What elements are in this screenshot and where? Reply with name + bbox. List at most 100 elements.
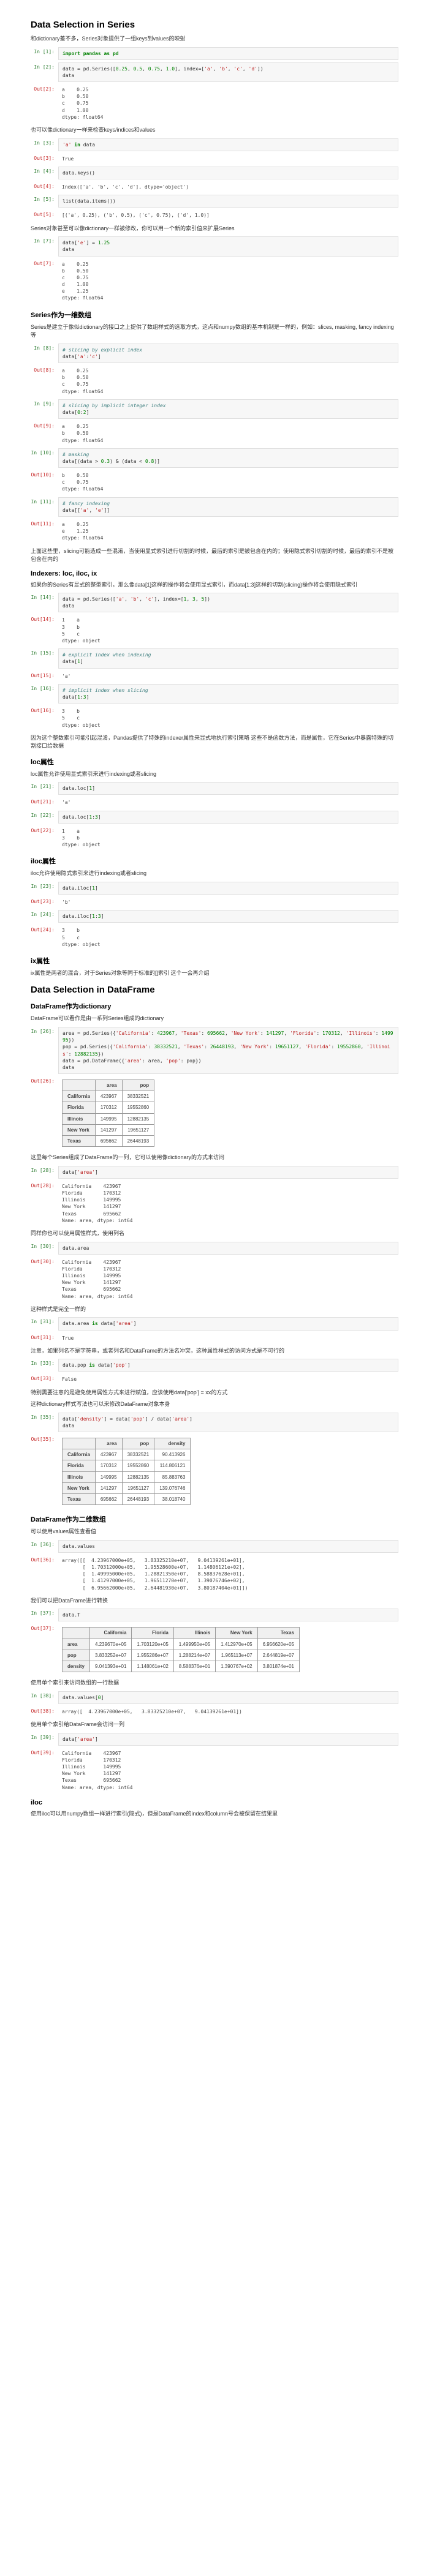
notebook-cell: Out[4]:Index(['a', 'b', 'c', 'd'], dtype… <box>31 182 398 192</box>
subsection-heading: Indexers: loc, iloc, ix <box>31 570 398 577</box>
code-output: 'b' <box>58 897 398 907</box>
code-input: # explicit index when indexing data[1] <box>58 648 398 668</box>
output-prompt: Out[10]: <box>31 470 58 479</box>
code-output: California 423967 Florida 170312 Illinoi… <box>58 1748 398 1793</box>
output-prompt: Out[38]: <box>31 1707 58 1716</box>
code-input: data['density'] = data['pop'] / data['ar… <box>58 1413 398 1432</box>
dataframe-table: areapopdensityCalifornia4239673833252190… <box>62 1438 191 1505</box>
input-prompt: In [2]: <box>31 62 58 72</box>
notebook-cell: Out[21]:'a' <box>31 797 398 808</box>
table-row: California42396738332521 <box>63 1091 154 1102</box>
notebook-cell: In [31]:data.area is data['area'] <box>31 1317 398 1330</box>
notebook-cell: In [11]:# fancy indexing data[['a', 'e']… <box>31 497 398 517</box>
notebook-cell: In [5]:list(data.items()) <box>31 195 398 208</box>
notebook-cell: Out[26]:areapopCalifornia42396738332521F… <box>31 1076 398 1150</box>
notebook-cell: Out[23]:'b' <box>31 897 398 907</box>
notebook-cell: In [39]:data['area'] <box>31 1733 398 1746</box>
input-prompt: In [11]: <box>31 497 58 506</box>
code-input: # slicing by implicit integer index data… <box>58 399 398 419</box>
code-output: a 0.25 b 0.50 c 0.75 dtype: float64 <box>58 366 398 397</box>
input-prompt: In [22]: <box>31 811 58 820</box>
prose-text: 我们可以把DataFrame进行转换 <box>31 1597 398 1605</box>
code-input: data.values[0] <box>58 1691 398 1704</box>
section-heading: Data Selection in DataFrame <box>31 985 398 995</box>
subsection-heading: DataFrame作为dictionary <box>31 1001 398 1011</box>
notebook-cell: Out[14]:1 a 3 b 5 c dtype: object <box>31 615 398 646</box>
code-output: 1 a 3 b 5 c dtype: object <box>58 615 398 646</box>
code-output: Index(['a', 'b', 'c', 'd'], dtype='objec… <box>58 182 398 192</box>
code-input: list(data.items()) <box>58 195 398 208</box>
code-output: array([[ 4.23967000e+05, 3.83325210e+07,… <box>58 1555 398 1593</box>
code-output: True <box>58 1333 398 1343</box>
table-row: Illinois14999512882135 <box>63 1113 154 1124</box>
code-input: # implicit index when slicing data[1:3] <box>58 684 398 704</box>
output-prompt: Out[9]: <box>31 421 58 430</box>
output-prompt: Out[16]: <box>31 706 58 715</box>
code-input: # masking data[(data > 0.3) & (data < 0.… <box>58 448 398 468</box>
notebook-cell: In [26]:area = pd.Series({'California': … <box>31 1027 398 1074</box>
intro-text: 和dictionary差不多，Series对象提供了一组keys到values的… <box>31 35 398 43</box>
prose-text: DataFrame可以看作是由一系列Series组成的dictionary <box>31 1015 398 1023</box>
notebook-cell: Out[22]:1 a 3 b dtype: object <box>31 826 398 851</box>
input-prompt: In [21]: <box>31 782 58 791</box>
notebook-cell: Out[37]: CaliforniaFloridaIllinoisNew Yor… <box>31 1624 398 1675</box>
code-output: b 0.50 c 0.75 dtype: float64 <box>58 470 398 495</box>
dataframe-table: CaliforniaFloridaIllinoisNew YorkTexasar… <box>62 1627 300 1672</box>
code-input: data.loc[1] <box>58 782 398 795</box>
output-prompt: Out[36]: <box>31 1555 58 1564</box>
code-output: True <box>58 154 398 164</box>
code-input: 'a' in data <box>58 138 398 151</box>
notebook-cell: In [16]:# implicit index when slicing da… <box>31 684 398 704</box>
prose-text: 因为这个整数索引可能引起混淆，Pandas提供了特殊的indexer属性来显式地… <box>31 734 398 751</box>
code-output: 3 b 5 c dtype: object <box>58 706 398 730</box>
input-prompt: In [8]: <box>31 344 58 353</box>
notebook-cell: In [38]:data.values[0] <box>31 1691 398 1704</box>
code-output: 1 a 3 b dtype: object <box>58 826 398 851</box>
output-prompt: Out[28]: <box>31 1181 58 1190</box>
prose-text: loc属性允许使用显式索引来进行indexing或者slicing <box>31 770 398 779</box>
notebook-cell: Out[5]:[('a', 0.25), ('b', 0.5), ('c', 0… <box>31 210 398 220</box>
code-input: data.keys() <box>58 167 398 179</box>
prose-text: 这里每个Series组成了DataFrame的一列，它可以使用像dictiona… <box>31 1154 398 1162</box>
input-prompt: In [37]: <box>31 1609 58 1618</box>
input-prompt: In [24]: <box>31 910 58 919</box>
notebook-cell: Out[9]:a 0.25 b 0.50 dtype: float64 <box>31 421 398 446</box>
input-prompt: In [4]: <box>31 167 58 176</box>
notebook-cell: In [8]:# slicing by explicit index data[… <box>31 344 398 363</box>
code-output: array([ 4.23967000e+05, 3.83325210e+07, … <box>58 1707 398 1717</box>
output-prompt: Out[11]: <box>31 519 58 528</box>
subsection-heading: ix属性 <box>31 956 398 966</box>
code-input: # fancy indexing data[['a', 'e']] <box>58 497 398 517</box>
code-input: data.pop is data['pop'] <box>58 1359 398 1372</box>
input-prompt: In [14]: <box>31 593 58 602</box>
notebook-cell: Out[8]:a 0.25 b 0.50 c 0.75 dtype: float… <box>31 366 398 397</box>
code-output: 3 b 5 c dtype: object <box>58 925 398 950</box>
prose-text: 如果你的Series有显式的整型索引，那么像data[1]这样的操作将会使用显式… <box>31 581 398 590</box>
input-prompt: In [39]: <box>31 1733 58 1742</box>
output-prompt: Out[3]: <box>31 154 58 163</box>
table-row: New York14129719651127139.076746 <box>63 1482 191 1493</box>
code-input: data['e'] = 1.25 data <box>58 236 398 256</box>
input-prompt: In [35]: <box>31 1413 58 1422</box>
output-prompt: Out[23]: <box>31 897 58 906</box>
code-input: # slicing by explicit index data['a':'c'… <box>58 344 398 363</box>
table-row: pop3.833252e+071.955286e+071.288214e+071… <box>63 1650 300 1661</box>
notebook-cell: In [1]:import pandas as pd <box>31 47 398 60</box>
notebook-cell: Out[39]:California 423967 Florida 170312… <box>31 1748 398 1793</box>
notebook-cell: In [28]:data['area'] <box>31 1166 398 1179</box>
output-prompt: Out[30]: <box>31 1257 58 1266</box>
notebook-cell: Out[35]:areapopdensityCalifornia42396738… <box>31 1435 398 1508</box>
output-prompt: Out[37]: <box>31 1624 58 1633</box>
notebook-cell: In [37]:data.T <box>31 1609 398 1621</box>
code-output: California 423967 Florida 170312 Illinoi… <box>58 1257 398 1302</box>
prose-text: iloc允许使用隐式索引来进行indexing或者slicing <box>31 869 398 878</box>
subsection-heading: iloc属性 <box>31 856 398 866</box>
input-prompt: In [33]: <box>31 1359 58 1368</box>
prose-text: 这种样式是完全一样的 <box>31 1305 398 1314</box>
prose-text: 同样你也可以使用属性样式，使用列名 <box>31 1230 398 1238</box>
input-prompt: In [38]: <box>31 1691 58 1700</box>
input-prompt: In [3]: <box>31 138 58 148</box>
code-input: area = pd.Series({'California': 423967, … <box>58 1027 398 1074</box>
code-input: data.iloc[1] <box>58 882 398 895</box>
code-input: data.values <box>58 1540 398 1553</box>
